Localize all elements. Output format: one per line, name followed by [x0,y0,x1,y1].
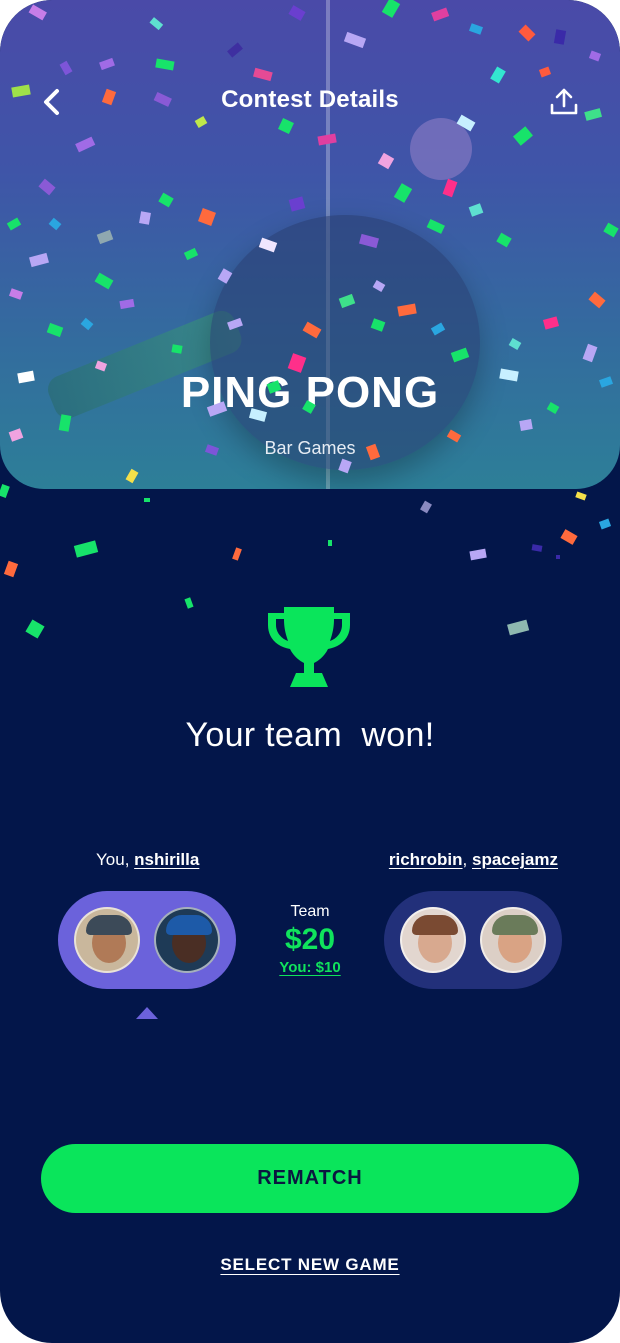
rematch-button[interactable]: REMATCH [41,1144,579,1213]
prize-label: Team [290,903,330,920]
share-button[interactable] [544,82,584,122]
partner-username-link[interactable]: nshirilla [134,850,199,869]
game-hero-banner: PING PONG Bar Games [0,0,620,489]
your-team-names: You, nshirilla [96,850,199,870]
avatar[interactable] [74,907,140,973]
your-team-pill[interactable] [58,891,236,989]
header-bar: Contest Details [0,78,620,126]
your-share-link[interactable]: You: $10 [262,959,358,976]
avatar[interactable] [400,907,466,973]
select-new-game-link[interactable]: SELECT NEW GAME [0,1255,620,1275]
share-upload-icon [550,88,578,115]
avatar[interactable] [154,907,220,973]
prize-summary: Team $20 You: $10 [262,903,358,976]
your-team-prefix: You, [96,850,135,869]
opponent-separator: , [462,850,472,869]
screen: PING PONG Bar Games Contest Details Your… [0,0,620,1343]
paddle-image [210,215,480,470]
prize-amount: $20 [284,923,336,956]
opponent-team-names: richrobin, spacejamz [389,850,558,870]
avatar[interactable] [480,907,546,973]
selected-team-indicator [136,1007,158,1019]
opponent1-username-link[interactable]: richrobin [389,850,463,869]
page-title: Contest Details [221,86,399,113]
result-message: Your team won! [185,716,435,754]
game-category: Bar Games [264,438,356,458]
ball-image [410,118,472,180]
game-title: PING PONG [180,368,440,417]
opponent-team-pill[interactable] [384,891,562,989]
opponent2-username-link[interactable]: spacejamz [472,850,558,869]
trophy-icon [268,607,350,687]
